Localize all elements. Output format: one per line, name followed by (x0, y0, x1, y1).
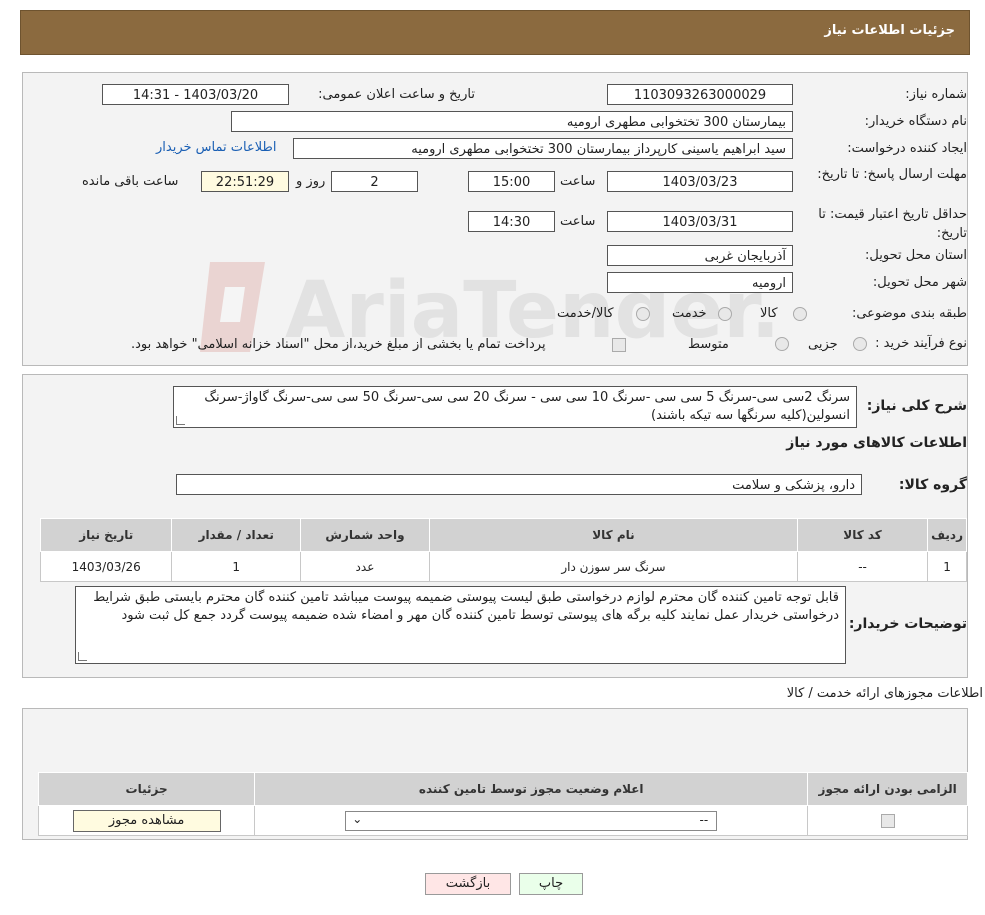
chevron-down-icon: ⌄ (352, 811, 363, 826)
days-remaining-field: 2 (331, 171, 418, 192)
announce-datetime-field: 1403/03/20 - 14:31 (102, 84, 289, 105)
process-label: نوع فرآیند خرید : (875, 336, 967, 351)
process-option-medium: متوسط (688, 337, 729, 352)
category-radio-service[interactable] (718, 307, 732, 321)
need-number-field: 1103093263000029 (607, 84, 793, 105)
validity-time-field: 14:30 (468, 211, 555, 232)
summary-label: شرح کلی نیاز: (866, 398, 967, 414)
summary-text: سرنگ 2سی سی-سرنگ 5 سی سی -سرنگ 10 سی سی … (204, 390, 850, 423)
col-license-details: جزئیات (37, 772, 256, 806)
category-radio-goods[interactable] (793, 307, 807, 321)
reply-time-label: ساعت (560, 174, 596, 189)
view-license-button[interactable]: مشاهده مجوز (72, 809, 221, 832)
buyer-notes-label: توضیحات خریدار: (848, 616, 967, 632)
cell-license-required (807, 805, 968, 836)
cell-row: 1 (927, 551, 967, 582)
licenses-title: اطلاعات مجوزهای ارائه خدمت / کالا (786, 686, 983, 701)
licenses-table-header: الزامی بودن ارائه مجوز اعلام وضعیت مجوز … (37, 772, 968, 806)
back-button[interactable]: بازگشت (425, 873, 511, 895)
remaining-time-label: ساعت باقی مانده (82, 174, 179, 189)
buyer-org-field: بیمارستان 300 تختخوابی مطهری ارومیه (231, 111, 793, 132)
col-name: نام کالا (428, 518, 798, 552)
summary-textarea[interactable]: سرنگ 2سی سی-سرنگ 5 سی سی -سرنگ 10 سی سی … (173, 386, 857, 428)
validity-time-label: ساعت (560, 214, 596, 229)
table-row: 1 -- سرنگ سر سوزن دار عدد 1 1403/03/26 (39, 551, 967, 582)
days-label: روز و (296, 174, 326, 189)
province-label: استان محل تحویل: (865, 248, 967, 263)
cell-qty: 1 (171, 551, 301, 582)
print-button[interactable]: چاپ (519, 873, 583, 895)
buyer-notes-textarea[interactable]: قابل توجه تامین کننده گان محترم لوازم در… (75, 586, 846, 664)
goods-table-header: ردیف کد کالا نام کالا واحد شمارش تعداد /… (39, 518, 967, 552)
col-row: ردیف (927, 518, 967, 552)
requester-label: ایجاد کننده درخواست: (847, 141, 967, 156)
resize-handle-icon[interactable] (78, 652, 87, 661)
price-validity-label: حداقل تاریخ اعتبار قیمت: تا تاریخ: (818, 207, 967, 241)
table-row: -- ⌄ مشاهده مجوز (37, 805, 968, 836)
col-code: کد کالا (796, 518, 929, 552)
col-license-status: اعلام وضعیت مجوز توسط تامین کننده (254, 772, 809, 806)
reply-date-field: 1403/03/23 (607, 171, 793, 192)
page-title: جزئیات اطلاعات نیاز (824, 23, 955, 38)
cell-code: -- (796, 551, 929, 582)
goods-table: ردیف کد کالا نام کالا واحد شمارش تعداد /… (39, 518, 967, 582)
buyer-org-label: نام دستگاه خریدار: (864, 114, 967, 129)
category-option-goods: کالا (760, 306, 778, 321)
col-unit: واحد شمارش (300, 518, 430, 552)
city-field: ارومیه (607, 272, 793, 293)
goods-info-title: اطلاعات کالاهای مورد نیاز (786, 435, 967, 451)
col-date: تاریخ نیاز (39, 518, 173, 552)
cell-name: سرنگ سر سوزن دار (428, 551, 798, 582)
process-option-minor: جزیی (808, 337, 838, 352)
license-status-value: -- (699, 812, 709, 827)
requester-field: سید ابراهیم یاسینی کارپرداز بیمارستان 30… (293, 138, 793, 159)
treasury-checkbox[interactable] (612, 338, 626, 352)
goods-group-label: گروه کالا: (898, 477, 967, 493)
buyer-contact-link[interactable]: اطلاعات تماس خریدار (156, 140, 276, 155)
resize-handle-icon[interactable] (176, 416, 185, 425)
validity-date-field: 1403/03/31 (607, 211, 793, 232)
col-qty: تعداد / مقدار (171, 518, 301, 552)
process-radio-minor[interactable] (853, 337, 867, 351)
category-radio-goods-service[interactable] (636, 307, 650, 321)
remaining-time-field: 22:51:29 (201, 171, 289, 192)
category-option-service: خدمت (672, 306, 707, 321)
licenses-table: الزامی بودن ارائه مجوز اعلام وضعیت مجوز … (37, 772, 968, 836)
cell-license-status: -- ⌄ (254, 805, 809, 836)
need-number-label: شماره نیاز: (905, 87, 967, 102)
col-license-required: الزامی بودن ارائه مجوز (807, 772, 968, 806)
buyer-notes-text: قابل توجه تامین کننده گان محترم لوازم در… (93, 590, 839, 623)
page-header: جزئیات اطلاعات نیاز (20, 10, 970, 55)
license-status-select[interactable]: -- ⌄ (345, 810, 718, 831)
city-label: شهر محل تحویل: (872, 275, 967, 290)
category-option-goods-service: کالا/خدمت (557, 306, 614, 321)
cell-date: 1403/03/26 (39, 551, 173, 582)
reply-time-field: 15:00 (468, 171, 555, 192)
province-field: آذربایجان غربی (607, 245, 793, 266)
treasury-note: پرداخت تمام یا بخشی از مبلغ خرید،از محل … (131, 337, 546, 352)
reply-deadline-label: مهلت ارسال پاسخ: تا تاریخ: (817, 167, 967, 182)
category-label: طبقه بندی موضوعی: (851, 306, 967, 321)
process-radio-medium[interactable] (775, 337, 789, 351)
cell-license-details: مشاهده مجوز (37, 805, 256, 836)
announce-label: تاریخ و ساعت اعلان عمومی: (318, 87, 475, 102)
goods-group-field: دارو، پزشکی و سلامت (176, 474, 862, 495)
cell-unit: عدد (300, 551, 430, 582)
license-required-checkbox[interactable] (880, 813, 895, 828)
